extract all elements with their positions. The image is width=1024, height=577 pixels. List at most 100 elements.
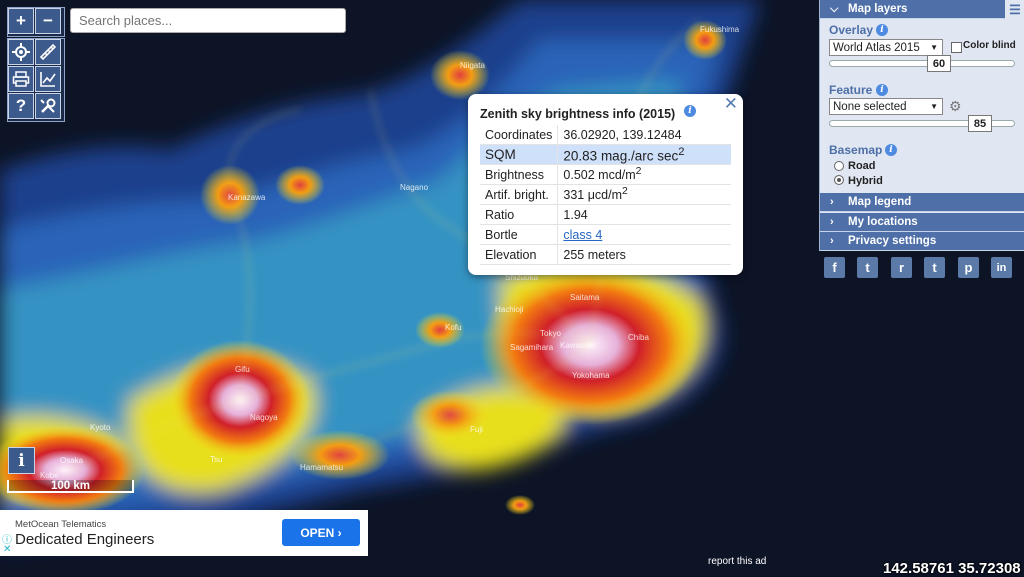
color-blind-label: Color blind [963,40,1016,51]
overlay-select-value: World Atlas 2015 [833,41,920,54]
pinterest-icon[interactable]: p [958,257,979,278]
basemap-hybrid-radio[interactable] [834,175,844,185]
color-blind-checkbox[interactable] [951,42,962,53]
crosshair-icon [12,43,30,61]
row-key: Brightness [480,164,559,185]
zoom-out-button[interactable]: − [35,8,61,34]
basemap-road-radio[interactable] [834,161,844,171]
feature-opacity-slider[interactable]: 85 [829,115,1015,132]
panel-menu-button[interactable]: ☰ [1005,0,1024,19]
place-label: Tsu [210,455,222,464]
table-row: Brightness 0.502 mcd/m2 [480,164,731,185]
place-label: Gifu [235,365,250,374]
place-label: Hamamatsu [300,463,343,472]
row-value: 331 μcd/m2 [557,184,731,205]
basemap-road-label[interactable]: Road [848,160,876,172]
popup-title: Zenith sky brightness info (2015) [480,107,676,121]
map-legend-section[interactable]: › Map legend [820,193,1024,212]
advertisement-banner[interactable]: ⓘ ✕ MetOcean Telematics Dedicated Engine… [0,510,368,556]
row-value: 255 meters [557,244,731,265]
facebook-icon[interactable]: f [824,257,845,278]
row-value-text: 331 μcd/m [563,188,623,203]
row-value-text: 1.94 [563,207,588,222]
privacy-settings-section[interactable]: › Privacy settings [820,232,1024,251]
help-button[interactable]: ? [8,93,34,119]
zoom-in-button[interactable]: + [8,8,34,34]
report-ad-link[interactable]: report this ad [708,556,766,567]
dropdown-arrow-icon: ▼ [930,102,938,111]
feature-info-icon[interactable]: i [876,84,888,96]
ad-headline: Dedicated Engineers [15,531,155,548]
map-layers-header[interactable]: ⌵ Map layers [820,0,1024,19]
gear-icon[interactable]: ⚙ [949,98,962,115]
map-legend-title: Map legend [848,196,912,208]
place-label: Fukushima [700,25,740,34]
row-value: 0.502 mcd/m2 [557,164,731,185]
ad-close-icon[interactable]: ✕ [3,544,11,555]
feature-select-value: None selected [833,100,907,113]
basemap-label: Basemap [829,143,883,157]
row-key: SQM [480,144,559,165]
info-button[interactable]: i [8,447,35,474]
row-value-text: 36.02920, 139.12484 [563,127,682,142]
privacy-settings-title: Privacy settings [848,235,937,247]
row-key: Ratio [480,204,559,225]
tumblr-icon[interactable]: t [924,257,945,278]
my-locations-title: My locations [848,216,918,228]
overlay-opacity-value[interactable]: 60 [927,55,951,72]
scale-bar: 100 km [7,480,134,493]
place-label: Hachioji [495,305,524,314]
ad-open-button[interactable]: OPEN › [282,519,360,546]
unit-exponent: 2 [622,186,628,198]
brightness-table: Coordinates 36.02920, 139.12484 SQM 20.83 m… [480,125,731,265]
sky-brightness-popup: Zenith sky brightness info (2015) i ✕ Co… [468,94,743,275]
my-locations-section[interactable]: › My locations [820,213,1024,232]
overlay-info-icon[interactable]: i [876,24,888,36]
basemap-hybrid-label[interactable]: Hybrid [848,175,883,187]
place-label: Osaka [60,456,84,465]
row-key: Bortle [480,224,559,245]
chevron-right-icon: › [830,216,834,228]
twitter-icon[interactable]: t [857,257,878,278]
search-input[interactable] [70,8,346,33]
row-value: 36.02920, 139.12484 [557,125,731,145]
locate-button[interactable] [8,39,34,65]
cursor-coordinates: 142.58761 35.72308 [883,560,1021,577]
bortle-link[interactable]: class 4 [563,228,602,242]
place-label: Kanazawa [228,193,266,202]
printer-icon [12,71,30,87]
place-label: Kawasaki [560,341,594,350]
row-value: 1.94 [557,204,731,225]
feature-opacity-value[interactable]: 85 [968,115,992,132]
graph-button[interactable] [35,66,61,92]
measure-button[interactable] [35,39,61,65]
close-icon[interactable]: ✕ [724,94,738,114]
row-value: 20.83 mag./arc sec2 [557,144,731,165]
place-label: Kyoto [90,423,111,432]
place-label: Nagoya [250,413,278,422]
unit-exponent: 2 [635,166,642,178]
table-row: SQM 20.83 mag./arc sec2 [480,144,731,165]
tools-icon [40,98,56,113]
row-value: class 4 [557,224,731,245]
reddit-icon[interactable]: r [891,257,912,278]
place-label: Yokohama [572,371,610,380]
ruler-icon [39,43,57,61]
chevron-right-icon: › [830,196,834,208]
row-value-text: 20.83 mag./arc sec [563,148,679,164]
print-button[interactable] [8,66,34,92]
feature-label: Feature [829,83,873,97]
info-icon[interactable]: i [684,105,696,117]
basemap-info-icon[interactable]: i [885,144,897,156]
place-label: Fuji [470,425,483,434]
overlay-opacity-slider[interactable]: 60 [829,55,1015,72]
linkedin-icon[interactable]: in [991,257,1012,278]
place-label: Chiba [628,333,649,342]
overlay-select[interactable]: World Atlas 2015 ▼ [829,39,943,56]
feature-select[interactable]: None selected ▼ [829,98,943,115]
row-key: Coordinates [480,125,559,145]
unit-exponent: 2 [678,145,685,158]
chevron-right-icon: › [830,235,834,247]
tools-button[interactable] [35,93,61,119]
chart-icon [40,72,56,87]
